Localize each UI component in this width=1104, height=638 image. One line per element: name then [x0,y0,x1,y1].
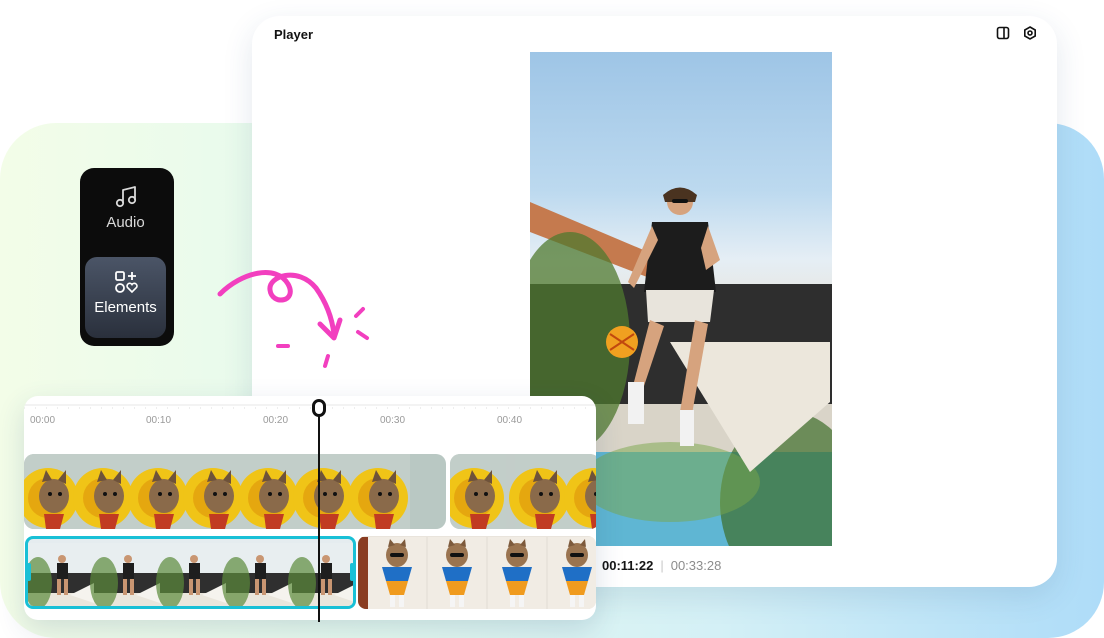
elements-icon [85,269,166,295]
clip-thumbnails [358,537,596,609]
tick-label: 00:10 [146,415,172,426]
playhead-handle[interactable] [312,399,326,417]
music-note-icon [85,184,166,210]
video-clip-cat-1[interactable] [24,454,446,529]
video-clip-selected[interactable] [25,536,356,609]
tick-label: 00:40 [497,415,523,426]
split-view-icon[interactable] [996,26,1010,40]
menu-item-audio[interactable]: Audio [85,184,166,250]
timeline-panel: 00:00 00:10 00:20 00:30 00:40 [24,396,596,620]
video-clip-cat-2[interactable] [450,454,596,529]
player-toolbar [996,26,1037,40]
current-time: 00:11:22 [602,558,654,573]
video-clip-dancing-cat[interactable] [358,536,596,609]
trim-handle-right[interactable] [350,563,353,581]
side-menu: Audio Elements [80,168,174,346]
decorative-arrow [217,270,369,368]
settings-icon[interactable] [1023,26,1037,40]
clip-thumbnails [450,454,596,529]
timeline-ruler[interactable]: 00:00 00:10 00:20 00:30 00:40 [24,396,596,436]
player-title: Player [274,27,314,42]
total-duration: 00:33:28 [670,558,722,573]
tick-label: 00:30 [380,415,406,426]
clip-thumbnails [28,543,353,606]
time-display: 00:11:22 | 00:33:28 [602,558,721,573]
menu-label-elements: Elements [94,299,157,316]
tick-label: 00:20 [263,415,289,426]
time-separator: | [660,558,664,573]
menu-item-elements[interactable]: Elements [85,257,166,338]
menu-label-audio: Audio [106,214,145,231]
playhead-line[interactable] [318,410,320,622]
clip-thumbnails [24,454,410,529]
tick-label: 00:00 [30,415,56,426]
trim-handle-left[interactable] [28,563,31,581]
